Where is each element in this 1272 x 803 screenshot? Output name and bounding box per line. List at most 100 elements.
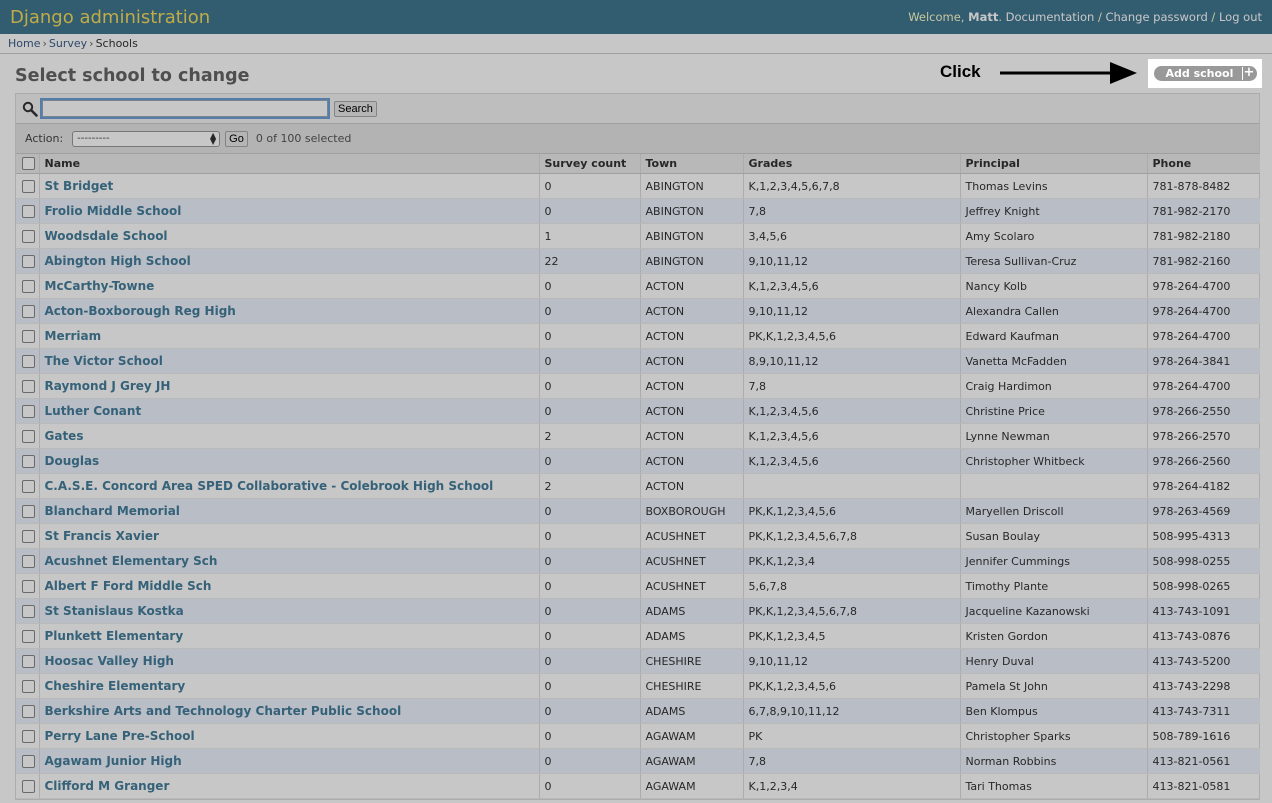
- school-link[interactable]: Merriam: [45, 329, 102, 343]
- principal-cell: Teresa Sullivan-Cruz: [959, 248, 1147, 274]
- phone-cell: 508-789-1616: [1146, 723, 1260, 749]
- grades-cell: 7,8: [742, 748, 960, 774]
- action-select[interactable]: --------- ▲ ▼: [72, 130, 221, 147]
- school-link[interactable]: Abington High School: [45, 254, 191, 268]
- user-tools: Welcome, Matt. Documentation / Change pa…: [908, 10, 1262, 24]
- row-checkbox[interactable]: [22, 579, 35, 593]
- school-link[interactable]: St Francis Xavier: [45, 529, 159, 543]
- grades-cell: 8,9,10,11,12: [742, 348, 960, 374]
- row-checkbox[interactable]: [22, 654, 35, 668]
- school-link[interactable]: Acushnet Elementary Sch: [45, 554, 218, 568]
- school-link[interactable]: Plunkett Elementary: [45, 629, 184, 643]
- row-checkbox[interactable]: [22, 554, 35, 568]
- row-select-cell: [16, 748, 39, 774]
- column-header-phone[interactable]: Phone: [1146, 154, 1260, 174]
- school-link[interactable]: Douglas: [45, 454, 100, 468]
- grades-cell: K,1,2,3,4: [742, 773, 960, 799]
- school-link[interactable]: The Victor School: [45, 354, 163, 368]
- row-checkbox[interactable]: [22, 329, 35, 343]
- name-cell: St Francis Xavier: [38, 523, 539, 549]
- school-link[interactable]: Cheshire Elementary: [45, 679, 186, 693]
- site-title[interactable]: Django administration: [10, 7, 210, 28]
- results-table: Name Survey count Town Grades Principal …: [16, 154, 1260, 799]
- phone-cell: 978-264-4700: [1146, 298, 1260, 324]
- selection-counter: 0 of 100 selected: [255, 132, 352, 145]
- school-link[interactable]: Hoosac Valley High: [45, 654, 174, 668]
- row-checkbox[interactable]: [22, 729, 35, 743]
- survey-count-cell: 0: [538, 698, 640, 724]
- school-link[interactable]: Berkshire Arts and Technology Charter Pu…: [45, 704, 402, 718]
- go-button[interactable]: Go: [225, 130, 248, 147]
- row-checkbox[interactable]: [22, 604, 35, 618]
- school-link[interactable]: Blanchard Memorial: [45, 504, 180, 518]
- grades-cell: 7,8: [742, 198, 960, 224]
- column-header-name[interactable]: Name: [38, 154, 539, 174]
- row-select-cell: [16, 773, 39, 799]
- row-checkbox[interactable]: [22, 204, 35, 218]
- school-link[interactable]: McCarthy-Towne: [45, 279, 155, 293]
- column-header-survey-count[interactable]: Survey count: [538, 154, 640, 174]
- survey-count-cell: 0: [538, 748, 640, 774]
- search-input[interactable]: [42, 100, 328, 117]
- school-link[interactable]: Woodsdale School: [45, 229, 168, 243]
- school-link[interactable]: St Bridget: [45, 179, 114, 193]
- add-school-button[interactable]: Add school +: [1153, 66, 1257, 81]
- logout-link[interactable]: Log out: [1219, 10, 1262, 24]
- town-cell: ACTON: [639, 348, 743, 374]
- row-checkbox[interactable]: [22, 229, 35, 243]
- principal-cell: Craig Hardimon: [959, 373, 1147, 399]
- row-checkbox[interactable]: [22, 404, 35, 418]
- search-toolbar: Search: [16, 94, 1259, 124]
- select-all-checkbox[interactable]: [22, 157, 35, 171]
- row-checkbox[interactable]: [22, 754, 35, 768]
- school-link[interactable]: Gates: [45, 429, 84, 443]
- survey-count-cell: 0: [538, 448, 640, 474]
- column-header-town[interactable]: Town: [639, 154, 743, 174]
- school-link[interactable]: Clifford M Granger: [45, 779, 170, 793]
- town-cell: ADAMS: [639, 698, 743, 724]
- school-link[interactable]: Raymond J Grey JH: [45, 379, 171, 393]
- column-header-grades[interactable]: Grades: [742, 154, 960, 174]
- row-checkbox[interactable]: [22, 529, 35, 543]
- school-link[interactable]: Luther Conant: [45, 404, 142, 418]
- principal-cell: Edward Kaufman: [959, 323, 1147, 349]
- row-checkbox[interactable]: [22, 704, 35, 718]
- row-checkbox[interactable]: [22, 629, 35, 643]
- phone-cell: 413-743-7311: [1146, 698, 1260, 724]
- row-checkbox[interactable]: [22, 679, 35, 693]
- school-link[interactable]: C.A.S.E. Concord Area SPED Collaborative…: [45, 479, 494, 493]
- school-link[interactable]: Frolio Middle School: [45, 204, 182, 218]
- user-name: Matt: [968, 10, 999, 24]
- town-cell: ACTON: [639, 273, 743, 299]
- town-cell: ACUSHNET: [639, 523, 743, 549]
- row-select-cell: [16, 573, 39, 599]
- row-checkbox[interactable]: [22, 479, 35, 493]
- row-checkbox[interactable]: [22, 779, 35, 793]
- search-button[interactable]: Search: [334, 100, 377, 117]
- survey-count-cell: 0: [538, 648, 640, 674]
- school-link[interactable]: St Stanislaus Kostka: [45, 604, 184, 618]
- row-checkbox[interactable]: [22, 454, 35, 468]
- breadcrumb-survey[interactable]: Survey: [49, 37, 87, 50]
- row-checkbox[interactable]: [22, 379, 35, 393]
- row-checkbox[interactable]: [22, 279, 35, 293]
- row-checkbox[interactable]: [22, 354, 35, 368]
- survey-count-cell: 0: [538, 273, 640, 299]
- school-link[interactable]: Perry Lane Pre-School: [45, 729, 195, 743]
- row-checkbox[interactable]: [22, 179, 35, 193]
- change-password-link[interactable]: Change password: [1105, 10, 1207, 24]
- survey-count-cell: 0: [538, 773, 640, 799]
- row-checkbox[interactable]: [22, 304, 35, 318]
- row-checkbox[interactable]: [22, 429, 35, 443]
- breadcrumb-current: Schools: [95, 37, 138, 50]
- school-link[interactable]: Albert F Ford Middle Sch: [45, 579, 212, 593]
- town-cell: ABINGTON: [639, 223, 743, 249]
- row-checkbox[interactable]: [22, 254, 35, 268]
- phone-cell: 781-878-8482: [1146, 173, 1260, 199]
- school-link[interactable]: Acton-Boxborough Reg High: [45, 304, 236, 318]
- documentation-link[interactable]: Documentation: [1006, 10, 1095, 24]
- school-link[interactable]: Agawam Junior High: [45, 754, 182, 768]
- breadcrumb-home[interactable]: Home: [8, 37, 40, 50]
- column-header-principal[interactable]: Principal: [959, 154, 1147, 174]
- row-checkbox[interactable]: [22, 504, 35, 518]
